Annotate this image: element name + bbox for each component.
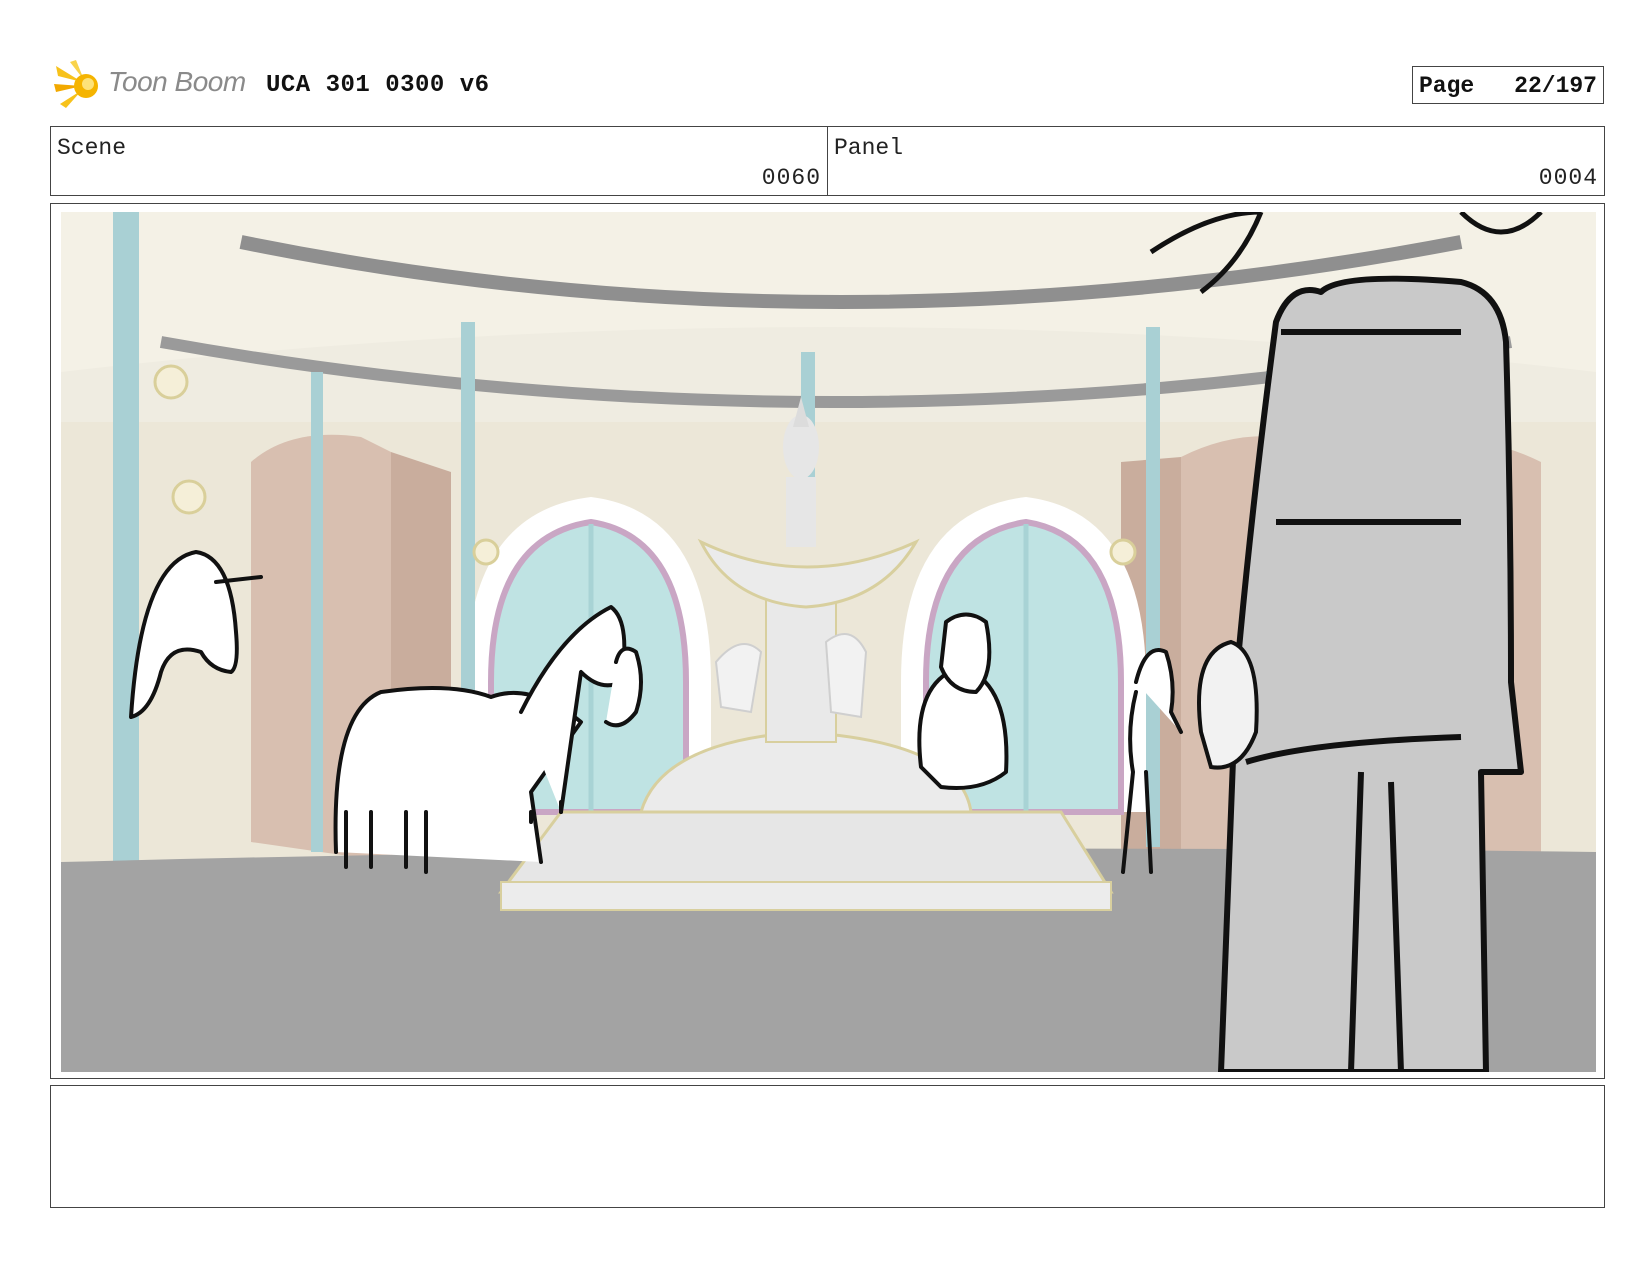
scene-label: Scene bbox=[57, 135, 127, 161]
storyboard-panel bbox=[50, 203, 1605, 1079]
flare-icon bbox=[54, 60, 98, 108]
panel-artwork bbox=[61, 212, 1596, 1072]
page-label: Page bbox=[1419, 73, 1475, 99]
panel-box: Panel 0004 bbox=[827, 126, 1605, 196]
document-title: UCA 301 0300 v6 bbox=[266, 72, 490, 99]
scene-number: 0060 bbox=[761, 165, 821, 191]
scene-box: Scene 0060 bbox=[50, 126, 828, 196]
toon-boom-logo: Toon Boom bbox=[52, 58, 252, 114]
notes-box bbox=[50, 1085, 1605, 1208]
page-indicator: Page 22/197 bbox=[1412, 66, 1604, 104]
panel-label: Panel bbox=[834, 135, 904, 161]
page-number: 22/197 bbox=[1514, 73, 1597, 99]
panel-number: 0004 bbox=[1538, 165, 1598, 191]
logo-text: Toon Boom bbox=[108, 66, 246, 97]
